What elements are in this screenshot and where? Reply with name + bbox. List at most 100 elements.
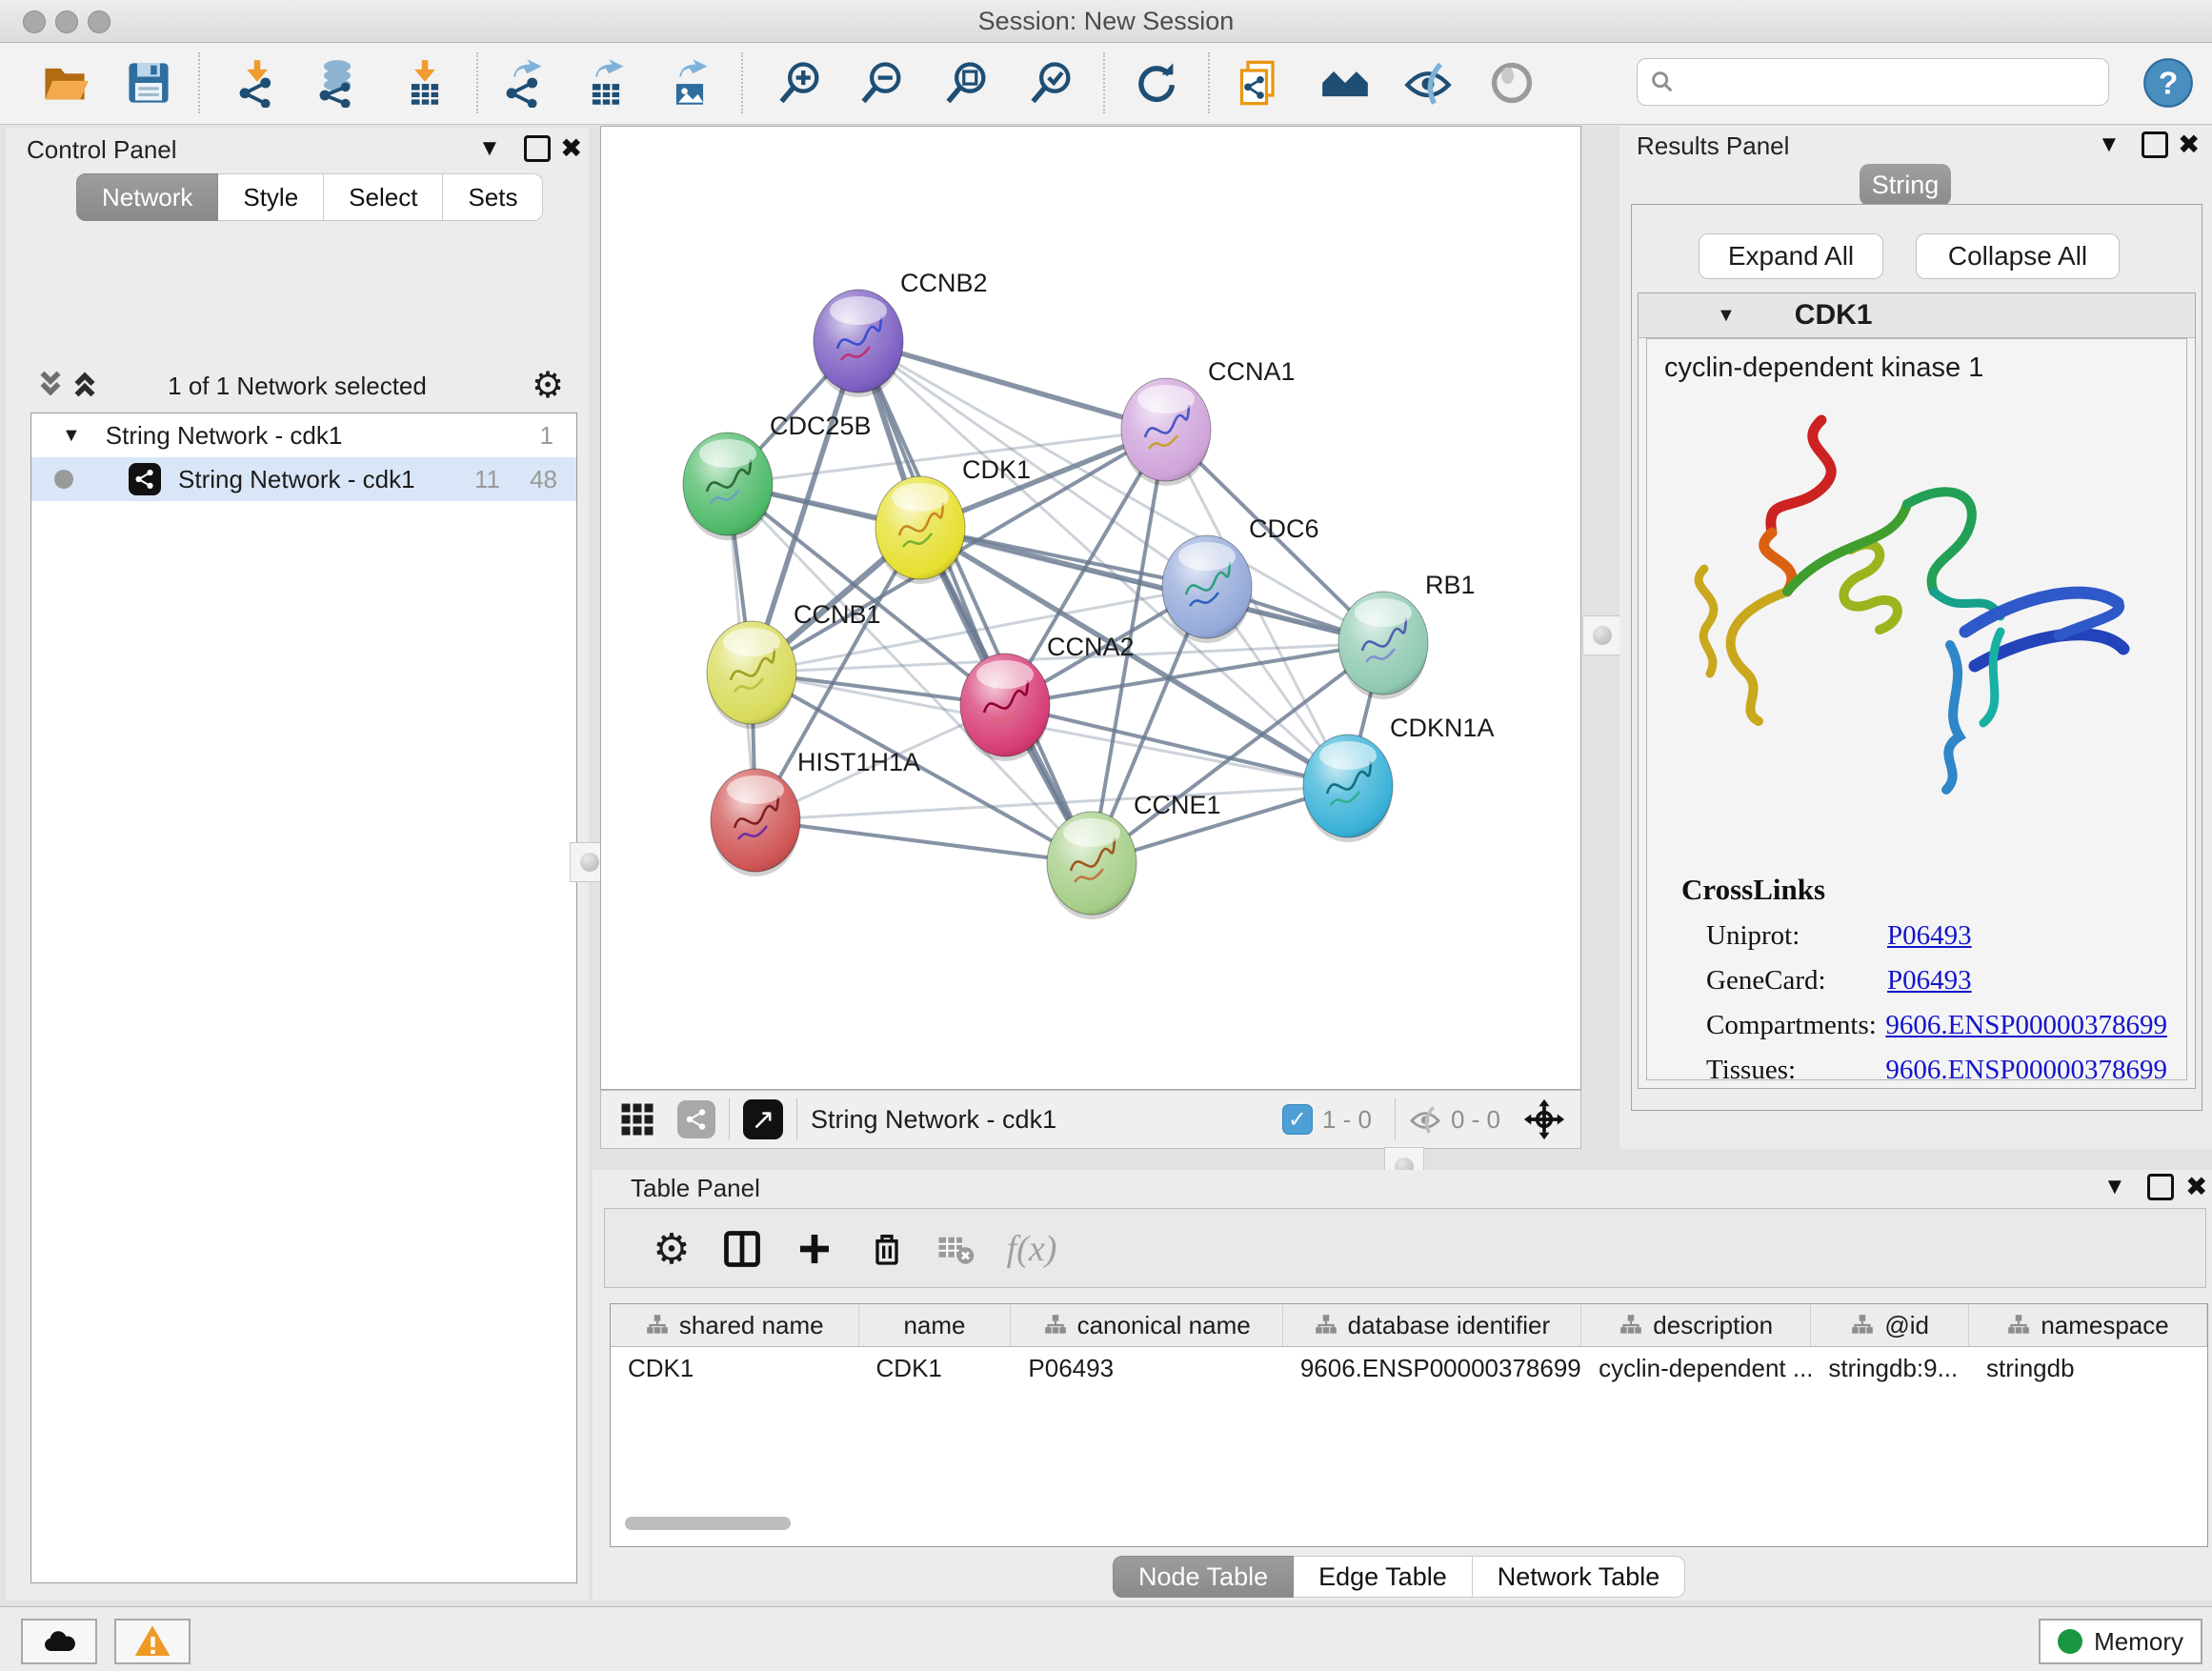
add-column-icon[interactable] [788,1222,841,1276]
tab-sets[interactable]: Sets [443,173,543,221]
delete-column-trash-icon[interactable] [860,1222,914,1276]
table-row[interactable]: CDK1 CDK1 P06493 9606.ENSP00000378699 cy… [611,1347,2207,1389]
memory-status-dot [2058,1629,2082,1654]
open-session-icon[interactable] [38,56,91,110]
network-edge[interactable] [858,341,1092,863]
zoom-selected-icon[interactable] [1025,56,1078,110]
column-header[interactable]: database identifier [1283,1304,1581,1346]
import-network-database-icon[interactable] [311,56,364,110]
network-edge[interactable] [858,341,1166,430]
results-panel-menu-icon[interactable]: ▼ [2098,133,2121,156]
network-node-cdkn1a[interactable]: CDKN1A [1303,714,1495,842]
network-collection-row[interactable]: ▼ String Network - cdk1 1 [31,413,576,457]
crosslink-link[interactable]: 9606.ENSP00000378699 [1885,1010,2167,1041]
cell-shared-name[interactable]: CDK1 [611,1347,859,1389]
table-panel-float-icon[interactable] [2147,1174,2174,1200]
show-all-icon[interactable] [1485,56,1538,110]
selected-nodes-checkbox[interactable]: ✓ [1282,1104,1313,1135]
crosslink-link[interactable]: P06493 [1887,965,1972,997]
tab-select[interactable]: Select [324,173,443,221]
toolbar-separator [1208,52,1210,113]
network-node-ccna1[interactable]: CCNA1 [1121,357,1296,486]
network-node-rb1[interactable]: RB1 [1338,571,1476,699]
table-panel-close-icon[interactable]: ✖ [2185,1174,2207,1200]
column-header[interactable]: description [1581,1304,1811,1346]
cell-name[interactable]: CDK1 [859,1347,1012,1389]
network-list-options-gear-icon[interactable]: ⚙ [532,364,564,407]
network-edge[interactable] [755,820,1092,863]
crosslink-row: Uniprot:P06493 [1681,920,2167,952]
refresh-icon[interactable] [1129,56,1182,110]
cell-id[interactable]: stringdb:9... [1811,1347,1969,1389]
control-panel-menu-icon[interactable]: ▼ [478,137,501,160]
tab-network[interactable]: Network [76,173,218,221]
gene-collapse-icon[interactable]: ▼ [1717,305,1736,327]
cell-description[interactable]: cyclin-dependent ... [1581,1347,1811,1389]
control-panel-float-icon[interactable] [524,135,551,162]
save-session-icon[interactable] [122,56,175,110]
zoom-fit-icon[interactable] [940,56,994,110]
column-header[interactable]: shared name [611,1304,859,1346]
cell-canonical-name[interactable]: P06493 [1011,1347,1282,1389]
network-edge[interactable] [1005,705,1348,786]
horizontal-scrollbar-thumb[interactable] [625,1517,791,1530]
results-panel-close-icon[interactable]: ✖ [2178,131,2200,158]
expand-all-button[interactable]: Expand All [1699,233,1883,279]
hide-selected-icon[interactable] [1401,56,1455,110]
zoom-out-icon[interactable] [855,56,909,110]
tab-string-results[interactable]: String [1860,164,1951,206]
collection-expand-icon[interactable]: ▼ [62,425,81,447]
column-header[interactable]: canonical name [1011,1304,1282,1346]
column-header[interactable]: namespace [1969,1304,2207,1346]
string-network-graph[interactable]: CCNB2CCNA1CDC25BCDK1CDC6RB1CCNB1CCNA2CDK… [601,127,1580,1089]
cloud-status-button[interactable] [21,1619,97,1664]
crosslinks-heading: CrossLinks [1681,873,2167,907]
import-network-file-icon[interactable] [231,56,284,110]
toolbar-separator [198,52,200,113]
tab-style[interactable]: Style [218,173,324,221]
tab-edge-table[interactable]: Edge Table [1294,1556,1473,1598]
export-image-icon[interactable] [663,56,716,110]
network-share-view-icon[interactable] [677,1100,715,1138]
network-node-ccnb1[interactable]: CCNB1 [707,600,881,729]
right-splitter-handle[interactable] [1582,615,1622,655]
control-panel-close-icon[interactable]: ✖ [560,135,582,162]
table-panel-menu-icon[interactable]: ▼ [2103,1176,2126,1198]
zoom-in-icon[interactable] [774,56,827,110]
crosslink-link[interactable]: P06493 [1887,920,1972,952]
cell-database-identifier[interactable]: 9606.ENSP00000378699 [1283,1347,1581,1389]
network-row[interactable]: String Network - cdk1 11 48 [31,457,576,501]
network-node-cdk1[interactable]: CDK1 [875,455,1031,584]
pan-crosshair-icon[interactable] [1523,1098,1565,1140]
table-options-gear-icon[interactable]: ⚙ [645,1222,698,1276]
search-field[interactable] [1637,58,2109,106]
search-input[interactable] [1685,68,2097,97]
warnings-button[interactable] [114,1619,191,1664]
crosslink-link[interactable]: 9606.ENSP00000378699 [1885,1055,2167,1080]
crosslink-label: Uniprot: [1706,920,1887,952]
network-canvas[interactable]: CCNB2CCNA1CDC25BCDK1CDC6RB1CCNB1CCNA2CDK… [600,126,1581,1090]
cell-namespace[interactable]: stringdb [1969,1347,2207,1389]
main-toolbar: ? [0,43,2212,125]
results-panel-float-icon[interactable] [2142,131,2168,158]
birdseye-view-icon[interactable]: ↗ [743,1099,783,1139]
column-header[interactable]: name [859,1304,1012,1346]
first-neighbors-icon[interactable] [1318,56,1372,110]
tab-node-table[interactable]: Node Table [1113,1556,1294,1598]
collapse-all-button[interactable]: Collapse All [1916,233,2120,279]
results-panel-title: Results Panel [1637,131,1789,161]
grid-view-icon[interactable] [620,1102,654,1137]
import-table-file-icon[interactable] [398,56,452,110]
network-node-ccne1[interactable]: CCNE1 [1047,791,1221,919]
tab-network-table[interactable]: Network Table [1473,1556,1686,1598]
export-network-icon[interactable] [497,56,551,110]
gene-card-header[interactable]: ▼ CDK1 [1639,293,2195,338]
help-icon[interactable]: ? [2142,56,2195,110]
clone-network-icon[interactable] [1234,56,1287,110]
network-edge[interactable] [920,528,1383,643]
show-columns-icon[interactable] [715,1222,769,1276]
memory-button[interactable]: Memory [2039,1619,2202,1664]
column-header[interactable]: @id [1811,1304,1969,1346]
toolbar-separator [476,52,478,113]
export-table-icon[interactable] [579,56,633,110]
